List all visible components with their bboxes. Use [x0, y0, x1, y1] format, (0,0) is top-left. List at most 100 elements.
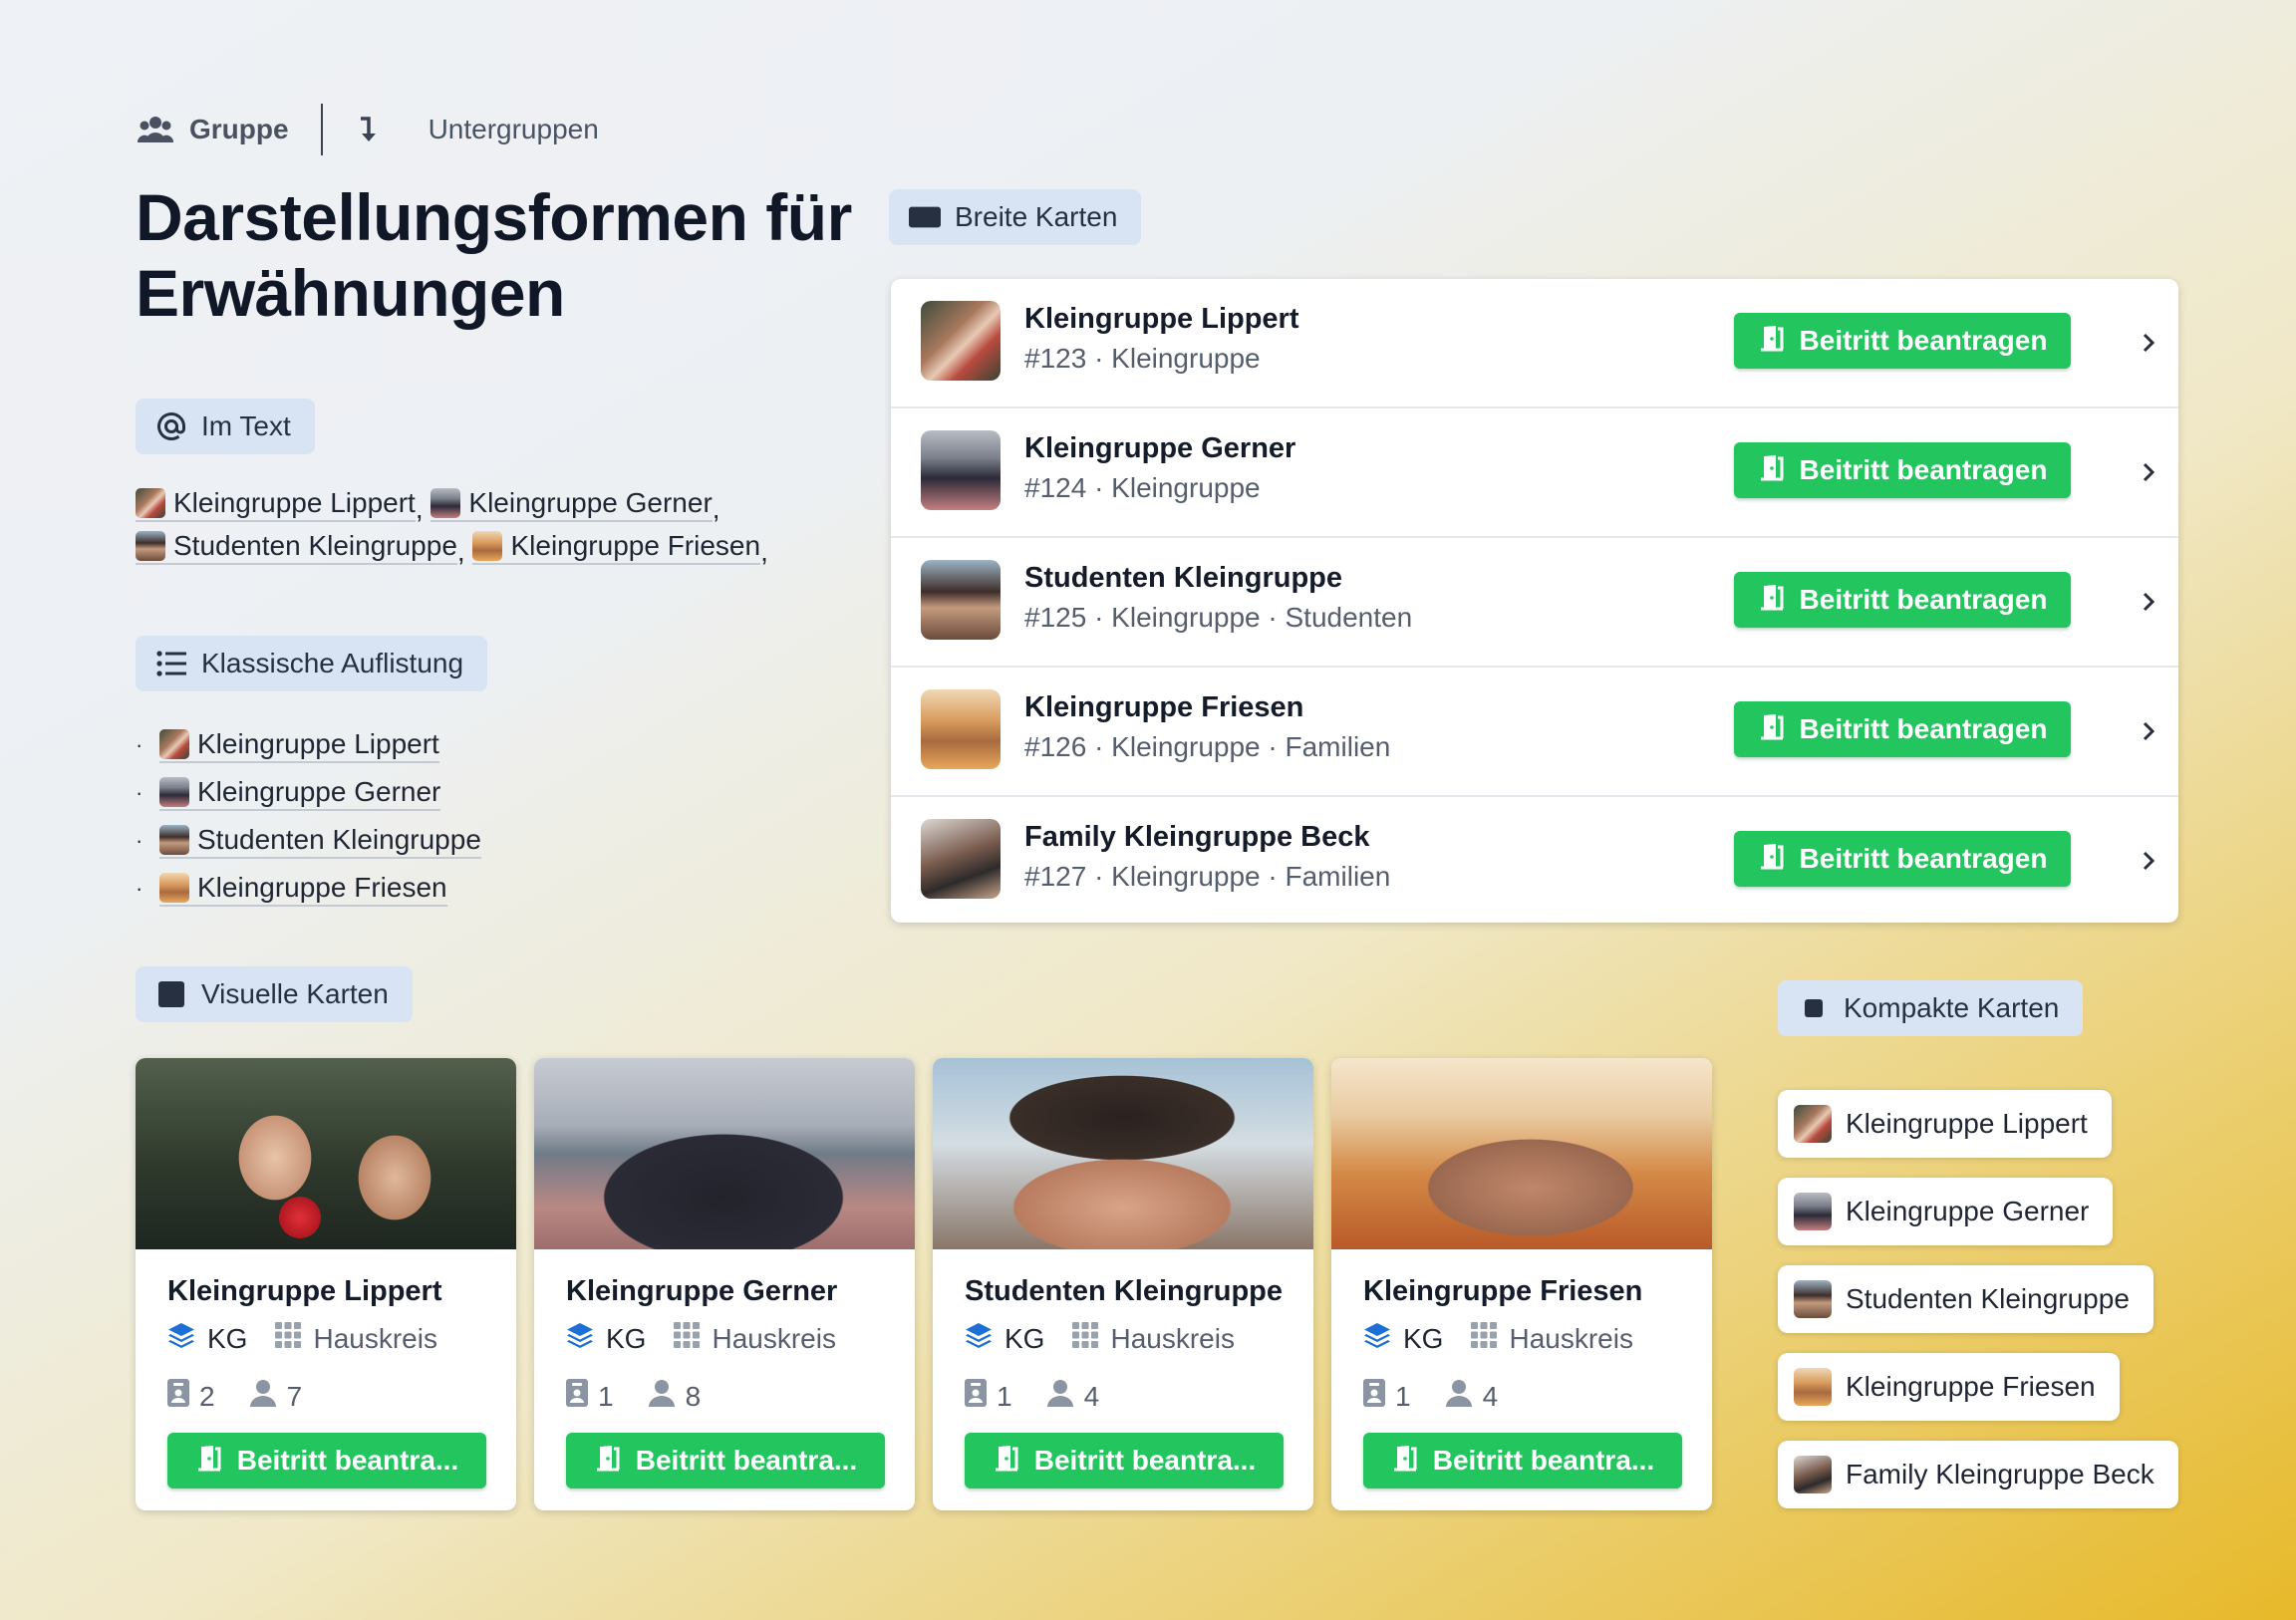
group-photo [933, 1058, 1313, 1249]
members-count: 4 [1482, 1380, 1499, 1412]
group-type-tag: KG [606, 1322, 647, 1354]
join-request-button[interactable]: Beitritt beantragen [1734, 701, 2071, 757]
inline-mention[interactable]: Kleingruppe Gerner [430, 486, 713, 522]
compact-card[interactable]: Studenten Kleingruppe [1778, 1265, 2153, 1333]
chevron-right-icon[interactable] [2125, 578, 2172, 626]
group-thumbnail [430, 488, 461, 518]
chevron-right-icon[interactable] [2125, 707, 2172, 755]
compact-card[interactable]: Family Kleingruppe Beck [1778, 1441, 2178, 1508]
list-mention[interactable]: Kleingruppe Friesen [159, 871, 447, 907]
door-open-icon [1758, 842, 1786, 877]
chevron-right-icon[interactable] [2125, 319, 2172, 367]
door-open-icon [1758, 583, 1786, 618]
wide-card-list: Kleingruppe Lippert #123 · Kleingruppe B… [891, 279, 2178, 923]
list-mention[interactable]: Kleingruppe Lippert [159, 727, 439, 763]
list-mention[interactable]: Kleingruppe Gerner [159, 775, 441, 811]
group-category-tag: Hauskreis [313, 1322, 437, 1354]
list-mention[interactable]: Studenten Kleingruppe [159, 823, 481, 859]
wide-card[interactable]: Kleingruppe Friesen #126 · Kleingruppe ·… [891, 668, 2178, 797]
list-item: · Studenten Kleingruppe [136, 817, 481, 865]
join-request-button[interactable]: Beitritt beantragen [1734, 572, 2071, 628]
group-name: Studenten Kleingruppe [965, 1275, 1283, 1307]
inline-mention[interactable]: Kleingruppe Friesen [472, 529, 761, 565]
group-meta: #127 · Kleingruppe · Familien [1024, 861, 1391, 892]
badge-icon [1363, 1379, 1385, 1414]
door-open-icon [1758, 324, 1786, 359]
group-name: Kleingruppe Lippert [167, 1275, 442, 1307]
door-open-icon [195, 1444, 223, 1479]
join-request-button[interactable]: Beitritt beantra... [965, 1433, 1284, 1488]
section-label-list: Klassische Auflistung [136, 636, 488, 691]
group-name: Kleingruppe Gerner [566, 1275, 838, 1307]
visual-card[interactable]: Kleingruppe Gerner KG Hauskreis 1 8 Beit… [534, 1058, 915, 1510]
breadcrumb-group[interactable]: Gruppe [138, 112, 289, 147]
mention-list: · Kleingruppe Lippert · Kleingruppe Gerner… [136, 721, 481, 913]
chevron-right-icon[interactable] [2125, 837, 2172, 885]
users-icon [138, 112, 173, 147]
breadcrumb-subgroups[interactable]: Untergruppen [351, 112, 599, 147]
group-name: Family Kleingruppe Beck [1024, 821, 1370, 853]
join-request-button[interactable]: Beitritt beantra... [167, 1433, 486, 1488]
group-thumbnail [921, 689, 1001, 769]
section-label-compact-text: Kompakte Karten [1844, 992, 2060, 1023]
inline-mention[interactable]: Kleingruppe Lippert [136, 486, 416, 522]
door-open-icon [594, 1444, 622, 1479]
group-thumbnail [1794, 1280, 1832, 1318]
group-thumbnail [921, 430, 1001, 510]
section-label-visual: Visuelle Karten [136, 966, 413, 1022]
wide-card[interactable]: Studenten Kleingruppe #125 · Kleingruppe… [891, 538, 2178, 668]
wide-card[interactable]: Kleingruppe Lippert #123 · Kleingruppe B… [891, 279, 2178, 408]
list-icon [155, 648, 187, 679]
group-type-tag: KG [207, 1322, 248, 1354]
join-request-button[interactable]: Beitritt beantra... [566, 1433, 885, 1488]
list-item: · Kleingruppe Lippert [136, 721, 481, 769]
join-request-button[interactable]: Beitritt beantra... [1363, 1433, 1682, 1488]
inline-mention[interactable]: Studenten Kleingruppe [136, 529, 457, 565]
breadcrumb-subgroups-label: Untergruppen [428, 114, 599, 144]
badge-icon [167, 1379, 189, 1414]
group-thumbnail [921, 560, 1001, 640]
chevron-right-icon[interactable] [2125, 448, 2172, 496]
join-request-button[interactable]: Beitritt beantragen [1734, 831, 2071, 887]
group-thumbnail [921, 819, 1001, 899]
group-tags: KG Hauskreis [566, 1321, 836, 1356]
door-open-icon [1758, 712, 1786, 747]
group-name: Studenten Kleingruppe [1024, 562, 1342, 594]
breadcrumb-divider [320, 104, 323, 155]
group-name: Kleingruppe Lippert [1024, 303, 1299, 335]
group-photo [1331, 1058, 1712, 1249]
layers-icon [566, 1321, 594, 1356]
group-name: Kleingruppe Gerner [1024, 432, 1296, 464]
wide-card[interactable]: Kleingruppe Gerner #124 · Kleingruppe Be… [891, 408, 2178, 538]
group-thumbnail [1794, 1456, 1832, 1493]
group-tags: KG Hauskreis [1363, 1321, 1633, 1356]
group-stats: 1 4 [1363, 1379, 1498, 1414]
group-stats: 1 4 [965, 1379, 1099, 1414]
group-thumbnail [136, 531, 165, 561]
visual-card[interactable]: Kleingruppe Friesen KG Hauskreis 1 4 Bei… [1331, 1058, 1712, 1510]
group-type-tag: KG [1403, 1322, 1444, 1354]
join-request-button[interactable]: Beitritt beantragen [1734, 442, 2071, 498]
visual-card[interactable]: Studenten Kleingruppe KG Hauskreis 1 4 B… [933, 1058, 1313, 1510]
inline-mentions: Kleingruppe Lippert, Kleingruppe Gerner,… [136, 486, 833, 572]
group-thumbnail [159, 873, 189, 903]
compact-card[interactable]: Kleingruppe Gerner [1778, 1178, 2114, 1245]
badge-icon [965, 1379, 987, 1414]
visual-card[interactable]: Kleingruppe Lippert KG Hauskreis 2 7 Bei… [136, 1058, 516, 1510]
group-thumbnail [1794, 1368, 1832, 1406]
section-label-visual-text: Visuelle Karten [201, 978, 389, 1009]
leaders-count: 1 [997, 1380, 1012, 1412]
section-label-inline-text: Im Text [201, 410, 291, 441]
members-count: 7 [286, 1380, 303, 1412]
wide-card[interactable]: Family Kleingruppe Beck #127 · Kleingrup… [891, 797, 2178, 923]
layers-icon [965, 1321, 993, 1356]
user-icon [249, 1379, 277, 1414]
group-type-tag: KG [1004, 1322, 1045, 1354]
group-stats: 2 7 [167, 1379, 302, 1414]
compact-card[interactable]: Kleingruppe Lippert [1778, 1090, 2112, 1158]
compact-card[interactable]: Kleingruppe Friesen [1778, 1353, 2120, 1421]
leaders-count: 2 [199, 1380, 215, 1412]
leaders-count: 1 [1395, 1380, 1411, 1412]
door-open-icon [1758, 453, 1786, 488]
join-request-button[interactable]: Beitritt beantragen [1734, 313, 2071, 369]
